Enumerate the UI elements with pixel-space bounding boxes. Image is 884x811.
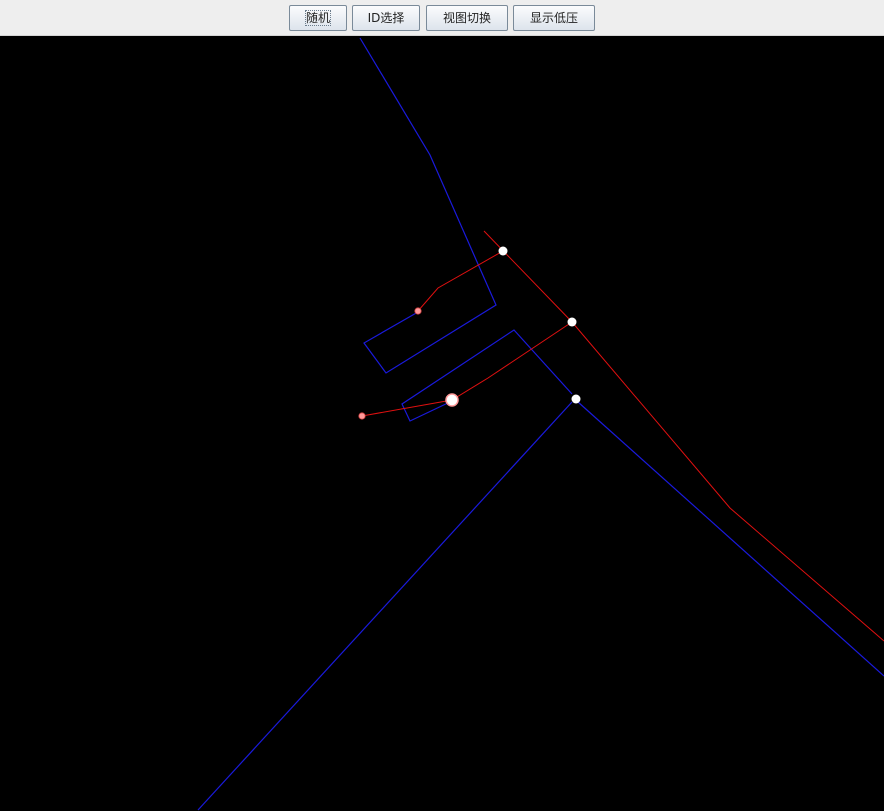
blue-pipe-lower-building (401, 329, 573, 422)
blue-pipe-upper (359, 37, 497, 374)
id-select-button-label: ID选择 (367, 11, 405, 25)
node-white-1[interactable] (498, 246, 508, 256)
network-drawing (197, 37, 884, 811)
id-select-button[interactable]: ID选择 (352, 5, 420, 31)
red-pipe-main (483, 230, 884, 642)
view-switch-button-label: 视图切换 (442, 11, 491, 25)
node-white-3[interactable] (571, 394, 581, 404)
map-canvas[interactable] (0, 36, 884, 811)
show-low-pressure-button-label: 显示低压 (529, 11, 578, 25)
toolbar: 随机 ID选择 视图切换 显示低压 (0, 0, 884, 36)
random-button[interactable]: 随机 (289, 5, 347, 31)
blue-pipe-southwest (197, 401, 573, 811)
view-switch-button[interactable]: 视图切换 (426, 5, 508, 31)
node-pink-2[interactable] (358, 412, 366, 420)
node-white-2[interactable] (567, 317, 577, 327)
node-pink-1[interactable] (414, 307, 422, 315)
red-pipe-upper-branch (417, 250, 504, 312)
random-button-label: 随机 (304, 10, 332, 26)
blue-pipe-southeast (577, 401, 884, 677)
node-white-4[interactable] (445, 393, 459, 407)
show-low-pressure-button[interactable]: 显示低压 (513, 5, 595, 31)
